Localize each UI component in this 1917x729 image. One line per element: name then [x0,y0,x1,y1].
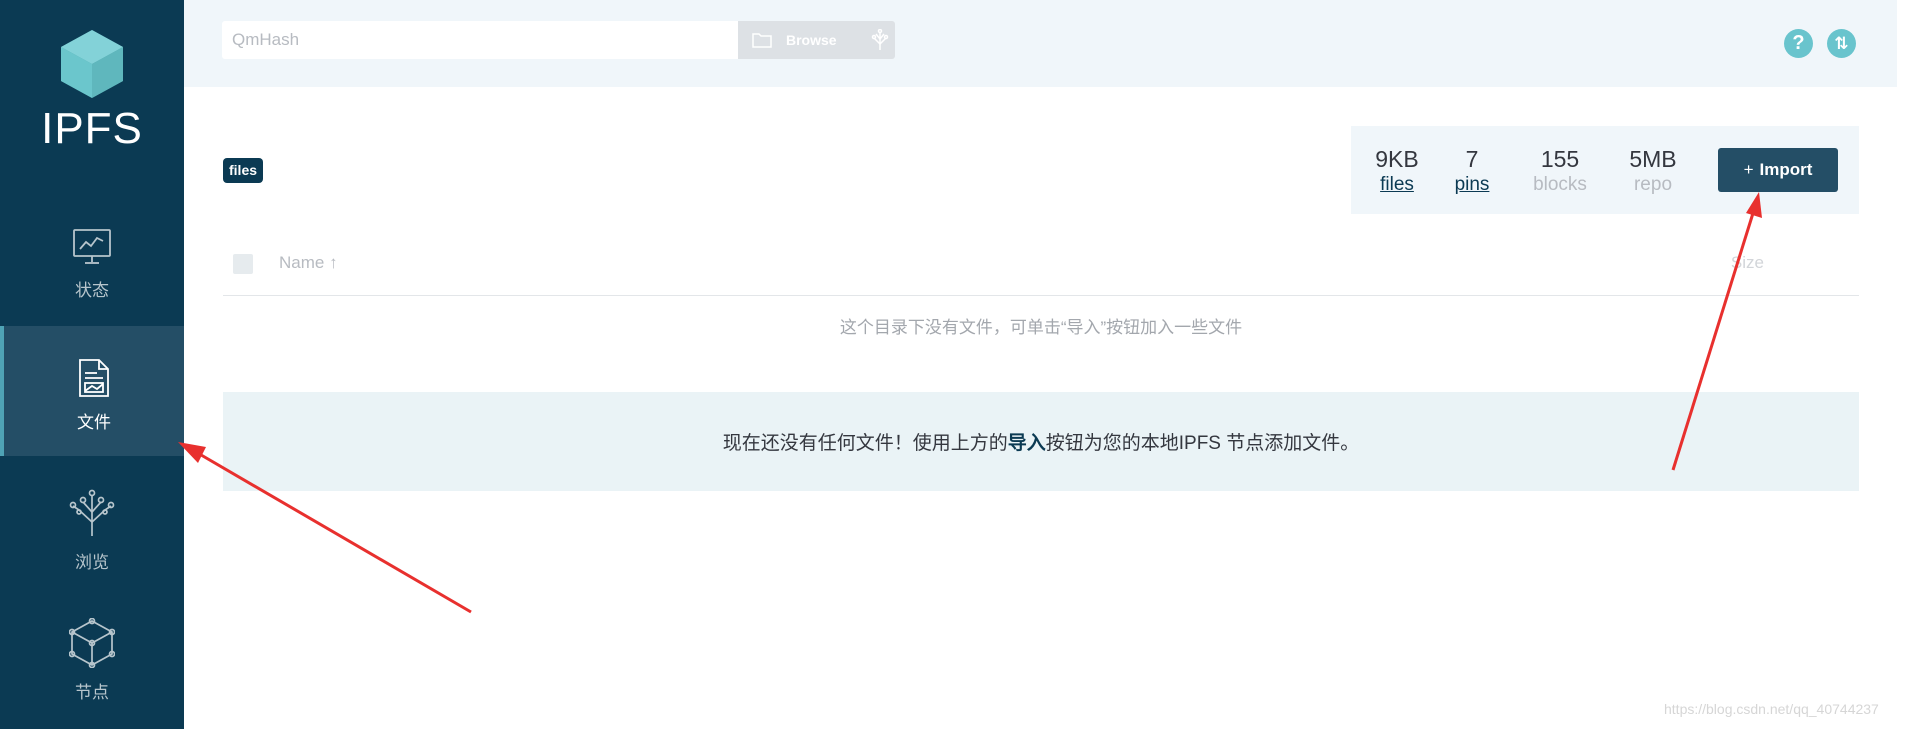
explore-tree-icon [871,29,888,50]
annotation-arrows [178,192,1762,614]
stat-blocks-label: blocks [1533,174,1587,195]
folder-icon [752,33,772,48]
sidebar-item-explore[interactable]: 浏览 [0,456,184,586]
peers-cube-icon [69,618,115,668]
top-bar: Browse ? ⇅ [184,0,1897,87]
stat-files-value: 9KB [1375,146,1419,172]
ipfs-webui: IPFS 状态 文件 浏览 节点 QmHash Browse ? ⇅ files… [0,0,1917,729]
stat-pins: 7 pins [1447,146,1497,196]
sidebar: IPFS 状态 文件 浏览 节点 [0,0,184,729]
files-table-header: Name ↑ Size [223,243,1859,296]
column-header-size[interactable]: Size [1731,253,1764,273]
logo-text: IPFS [41,104,143,153]
sidebar-item-label: 文件 [77,413,111,432]
banner-text-after: 按钮为您的本地IPFS 节点添加文件。 [1045,433,1360,454]
sidebar-item-files[interactable]: 文件 [0,326,184,456]
sidebar-item-label: 浏览 [75,553,109,572]
connection-status-icon[interactable]: ⇅ [1827,29,1856,58]
stat-repo: 5MB repo [1625,146,1681,196]
sidebar-item-label: 状态 [75,281,109,300]
hash-search-input[interactable] [222,21,738,59]
status-monitor-icon [73,229,111,264]
watermark: https://blog.csdn.net/qq_40744237 [1664,701,1879,717]
no-files-banner: 现在还没有任何文件！使用上方的 导入 按钮为您的本地IPFS 节点添加文件。 [223,392,1859,491]
stat-blocks-value: 155 [1540,146,1580,172]
stat-pins-value: 7 [1465,146,1479,172]
sidebar-item-label: 节点 [75,683,109,702]
banner-text-bold: 导入 [1007,433,1046,454]
explore-tree-icon [69,489,115,536]
stat-blocks: 155 blocks [1527,146,1593,196]
stat-files: 9KB files [1371,146,1423,196]
breadcrumb[interactable]: files [223,158,264,183]
import-button-label: Import [1759,160,1813,179]
select-all-checkbox[interactable] [233,254,253,274]
stat-files-link[interactable]: files [1371,174,1423,196]
stat-pins-link[interactable]: pins [1447,174,1497,196]
ipfs-logo[interactable]: IPFS [0,28,184,154]
stat-repo-label: repo [1633,174,1673,195]
import-button[interactable]: + Import [1718,148,1838,192]
banner-text-before: 现在还没有任何文件！使用上方的 [722,433,1008,454]
browse-button[interactable]: Browse [738,21,895,59]
sidebar-item-peers[interactable]: 节点 [0,586,184,716]
browse-button-label: Browse [786,32,837,48]
column-header-name[interactable]: Name ↑ [279,253,338,273]
sidebar-item-status[interactable]: 状态 [0,196,184,326]
files-icon [79,359,109,397]
stat-repo-value: 5MB [1629,146,1677,172]
plus-icon: + [1743,160,1754,179]
empty-directory-note: 这个目录下没有文件，可单击“导入”按钮加入一些文件 [839,318,1243,337]
ipfs-cube-logo-icon [61,30,123,98]
help-icon[interactable]: ? [1784,29,1813,58]
